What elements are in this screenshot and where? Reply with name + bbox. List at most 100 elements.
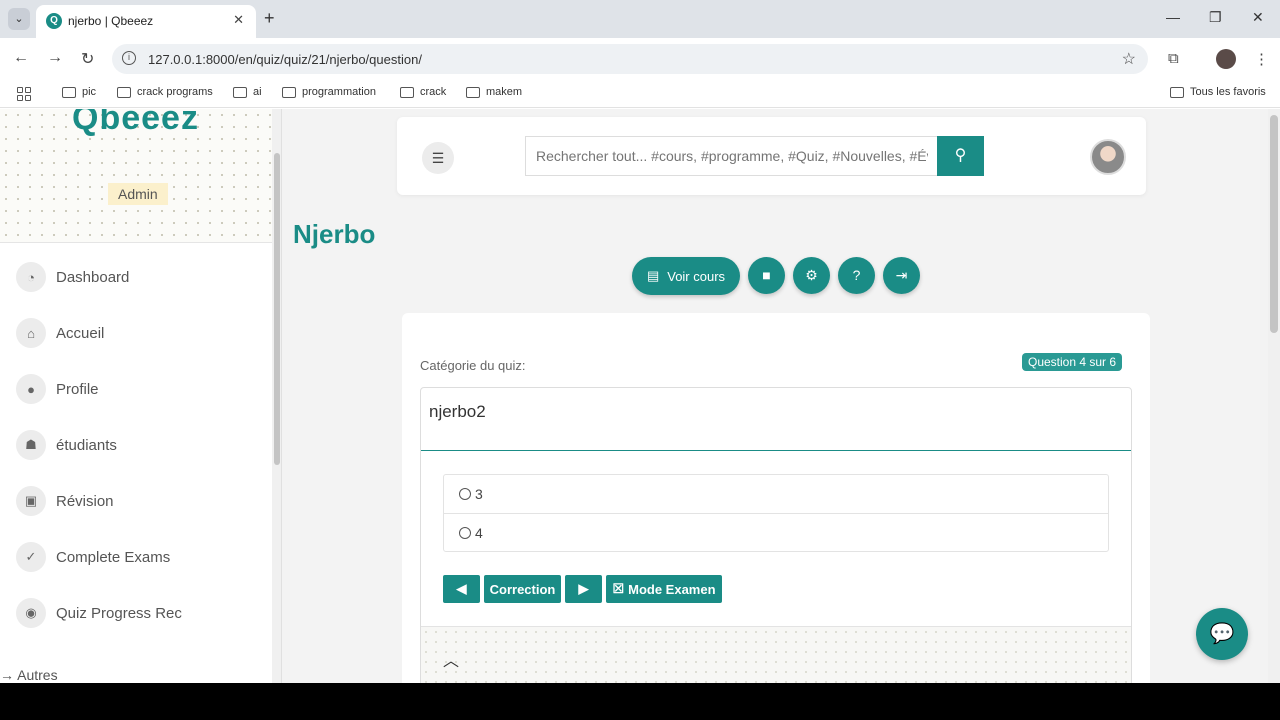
page-scrollbar[interactable] [1268,109,1280,683]
chat-button[interactable]: 💬 [1196,608,1248,660]
tab-title: njerbo | Qbeeez [68,14,154,28]
url-text[interactable]: 127.0.0.1:8000/en/quiz/quiz/21/njerbo/qu… [148,52,422,67]
sidebar-item-complete-exams[interactable]: ✓ Complete Exams [16,542,170,572]
browser-toolbar: ← → ↻ i 127.0.0.1:8000/en/quiz/quiz/21/n… [0,38,1280,80]
back-icon[interactable]: ← [13,49,29,67]
gear-icon: ⚙ [805,267,818,283]
role-badge: Admin [108,183,168,205]
check-icon: ✓ [16,542,46,572]
web-page: Qbeeez Admin ◔ Dashboard ⌂ Accueil ● Pro… [0,109,1280,683]
caret-right-icon: ▶ [578,581,589,596]
browser-menu-icon[interactable]: ⋮ [1254,50,1269,68]
quiz-card: Catégorie du quiz: Question 4 sur 6 njer… [402,313,1150,683]
forward-icon[interactable]: → [47,49,63,67]
extensions-icon[interactable]: ⧉ [1168,50,1179,67]
previous-question-button[interactable]: ◀ [443,575,480,603]
folder-icon [62,86,76,98]
exit-button[interactable]: ⇥ [883,257,920,294]
mode-examen-button[interactable]: ☒ Mode Examen [606,575,722,603]
divider [421,450,1131,451]
search-input[interactable] [525,136,938,176]
chat-icon: 💬 [1209,623,1235,645]
sidebar-scrollbar[interactable] [272,109,282,683]
sidebar-item-accueil[interactable]: ⌂ Accueil [16,318,104,348]
sidebar-scroll-thumb[interactable] [274,153,280,465]
answer-options: 3 4 [443,474,1109,552]
site-info-icon[interactable]: i [122,51,136,65]
close-window-icon[interactable]: ✕ [1252,9,1264,26]
sidebar-item-label: Dashboard [56,268,130,286]
question-progress-badge: Question 4 sur 6 [1022,353,1123,371]
next-question-button[interactable]: ▶ [565,575,602,603]
exit-icon: ⇥ [895,267,908,283]
new-tab-icon[interactable]: + [264,8,275,29]
sidebar-item-profile[interactable]: ● Profile [16,374,99,404]
bookmark-folder[interactable]: programmation [282,86,376,98]
sidebar-item-dashboard[interactable]: ◔ Dashboard [16,262,129,292]
bookmarks-bar: pic crack programs ai programmation crac… [0,80,1280,108]
bookmark-folder[interactable]: ai [233,86,262,98]
help-button[interactable]: ? [838,257,875,294]
chevron-up-icon[interactable]: ︿ [443,647,459,671]
answer-option[interactable]: 4 [444,513,1108,551]
folder-icon [282,86,296,98]
all-bookmarks-folder[interactable]: Tous les favoris [1170,86,1266,98]
folder-icon [117,86,131,98]
qbeeez-favicon-icon: Q [46,13,62,29]
bookmark-star-icon[interactable]: ☆ [1122,49,1136,69]
user-icon: ● [16,374,46,404]
folder-icon [466,86,480,98]
book-icon: ▣ [16,486,46,516]
bookmark-folder[interactable]: makem [466,86,522,98]
main-content: ☰ ⚲ Njerbo ▤ Voir cours ■ ⚙ ? ⇥ Catégori… [282,109,1268,683]
sidebar: Qbeeez Admin ◔ Dashboard ⌂ Accueil ● Pro… [0,109,272,683]
bookmark-folder[interactable]: crack [400,86,446,98]
minimize-icon[interactable]: — [1166,9,1180,25]
sidebar-item-revision[interactable]: ▣ Révision [16,486,114,516]
menu-toggle-icon[interactable]: ☰ [422,142,454,174]
browser-tab[interactable]: Q njerbo | Qbeeez ✕ [36,5,256,38]
notes-button[interactable]: ■ [748,257,785,294]
close-tab-icon[interactable]: ✕ [233,12,244,28]
search-button[interactable]: ⚲ [937,136,984,176]
restore-icon[interactable]: ❐ [1209,9,1222,26]
sidebar-item-label: Accueil [56,324,105,342]
correction-button[interactable]: Correction [484,575,561,603]
question-box: njerbo2 3 4 ◀ Correction ▶ ☒ Mode Examen… [420,387,1132,683]
browser-profile-avatar[interactable] [1216,49,1236,69]
accordion-panel[interactable]: ︿ [421,626,1131,683]
user-avatar[interactable] [1090,139,1126,175]
apps-grid-icon[interactable] [17,87,31,101]
browser-window: ⌄ Q njerbo | Qbeeez ✕ + — ❐ ✕ ← → ↻ i 12… [0,0,1280,683]
home-icon: ⌂ [16,318,46,348]
settings-button[interactable]: ⚙ [793,257,830,294]
page-scroll-thumb[interactable] [1270,115,1278,333]
sidebar-header: Qbeeez Admin [0,109,272,243]
page-title: Njerbo [293,219,376,249]
caret-left-icon: ◀ [456,581,467,596]
answer-option[interactable]: 3 [444,475,1108,513]
reload-icon[interactable]: ↻ [81,49,94,69]
voir-cours-button[interactable]: ▤ Voir cours [632,257,740,295]
dashboard-icon: ◔ [16,262,46,292]
bookmark-folder[interactable]: pic [62,86,96,98]
students-icon: ☗ [16,430,46,460]
sidebar-item-quiz-progress[interactable]: ◉ Quiz Progress Rec [16,598,182,628]
close-box-icon: ☒ [612,581,625,596]
logo[interactable]: Qbeeez [72,109,199,138]
tab-search-button[interactable]: ⌄ [8,8,30,30]
tab-strip: ⌄ Q njerbo | Qbeeez ✕ + — ❐ ✕ [0,0,1280,38]
sidebar-item-label: Profile [56,380,99,398]
address-bar[interactable]: i 127.0.0.1:8000/en/quiz/quiz/21/njerbo/… [112,44,1148,74]
sidebar-autres[interactable]: → Autres [0,667,58,683]
bookmark-folder[interactable]: crack programs [117,86,213,98]
radio-icon[interactable] [459,526,471,539]
radio-icon[interactable] [459,488,471,500]
sidebar-item-label: Complete Exams [56,548,171,566]
folder-icon [1170,86,1184,98]
sidebar-item-label: Révision [56,492,114,510]
question-text: njerbo2 [429,402,486,421]
progress-icon: ◉ [16,598,46,628]
sidebar-item-etudiants[interactable]: ☗ étudiants [16,430,117,460]
search-icon: ⚲ [954,147,967,164]
